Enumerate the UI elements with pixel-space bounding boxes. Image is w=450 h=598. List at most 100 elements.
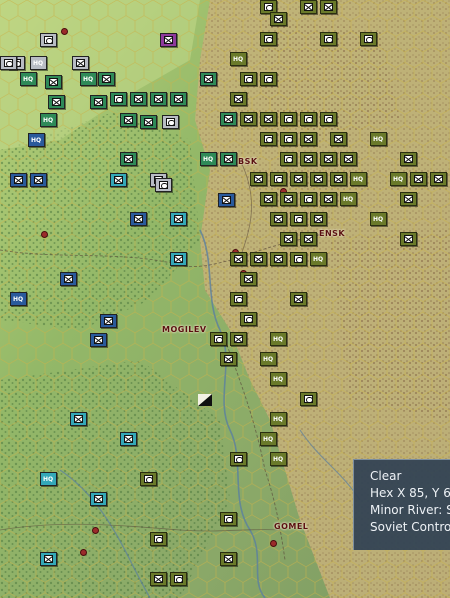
city-marker[interactable]: [92, 527, 99, 534]
german-unit-counter[interactable]: HQ: [270, 452, 287, 466]
german-unit-counter[interactable]: [280, 112, 297, 126]
soviet-unit-counter[interactable]: [90, 333, 107, 347]
german-unit-counter[interactable]: [330, 172, 347, 186]
soviet-unit-counter[interactable]: [170, 252, 187, 266]
city-marker[interactable]: [270, 540, 277, 547]
german-unit-counter[interactable]: [240, 312, 257, 326]
soviet-unit-counter[interactable]: [110, 92, 127, 106]
soviet-unit-counter[interactable]: [218, 193, 235, 207]
soviet-unit-counter[interactable]: HQ: [200, 152, 217, 166]
soviet-unit-counter[interactable]: [220, 112, 237, 126]
german-unit-counter[interactable]: [280, 192, 297, 206]
soviet-unit-counter[interactable]: [140, 115, 157, 129]
german-unit-counter[interactable]: [280, 232, 297, 246]
german-unit-counter[interactable]: [290, 172, 307, 186]
soviet-unit-counter[interactable]: HQ: [40, 113, 57, 127]
soviet-unit-counter[interactable]: HQ: [10, 292, 27, 306]
soviet-unit-counter[interactable]: [45, 75, 62, 89]
soviet-unit-counter[interactable]: [90, 95, 107, 109]
soviet-unit-counter[interactable]: [160, 33, 177, 47]
german-unit-counter[interactable]: [320, 32, 337, 46]
soviet-unit-counter[interactable]: [100, 314, 117, 328]
german-unit-counter[interactable]: HQ: [260, 352, 277, 366]
soviet-unit-counter[interactable]: [72, 56, 89, 70]
german-unit-counter[interactable]: [400, 232, 417, 246]
soviet-unit-counter[interactable]: HQ: [40, 472, 57, 486]
soviet-unit-counter[interactable]: HQ: [28, 133, 45, 147]
german-unit-counter[interactable]: [250, 252, 267, 266]
german-unit-counter[interactable]: [260, 72, 277, 86]
german-unit-counter[interactable]: [290, 252, 307, 266]
game-map[interactable]: BSK ENSK MOGILEV GOMEL HQ HQ HQ HQ HQ HQ HQ HQ H…: [0, 0, 450, 598]
german-unit-counter[interactable]: [230, 252, 247, 266]
german-unit-counter[interactable]: [260, 132, 277, 146]
german-unit-counter[interactable]: [260, 192, 277, 206]
german-unit-counter[interactable]: [400, 192, 417, 206]
german-unit-counter[interactable]: [140, 472, 157, 486]
german-unit-counter[interactable]: [230, 292, 247, 306]
soviet-unit-counter[interactable]: [120, 432, 137, 446]
german-unit-counter[interactable]: [300, 232, 317, 246]
german-unit-counter[interactable]: [250, 172, 267, 186]
german-unit-counter[interactable]: [270, 12, 287, 26]
german-unit-counter[interactable]: [240, 272, 257, 286]
german-unit-counter[interactable]: HQ: [270, 332, 287, 346]
german-unit-counter[interactable]: [320, 112, 337, 126]
german-unit-counter[interactable]: HQ: [390, 172, 407, 186]
german-unit-counter[interactable]: [280, 132, 297, 146]
german-unit-counter[interactable]: [330, 132, 347, 146]
soviet-unit-counter[interactable]: [10, 173, 27, 187]
city-marker[interactable]: [80, 549, 87, 556]
german-unit-counter[interactable]: HQ: [230, 52, 247, 66]
german-unit-counter[interactable]: HQ: [270, 412, 287, 426]
soviet-unit-counter[interactable]: [162, 115, 179, 129]
soviet-unit-counter[interactable]: [40, 552, 57, 566]
city-marker[interactable]: [41, 231, 48, 238]
soviet-unit-counter[interactable]: [70, 412, 87, 426]
soviet-unit-counter[interactable]: [170, 212, 187, 226]
soviet-unit-counter[interactable]: [90, 492, 107, 506]
soviet-unit-counter[interactable]: [170, 92, 187, 106]
german-unit-counter[interactable]: [220, 352, 237, 366]
german-unit-counter[interactable]: [260, 32, 277, 46]
german-unit-counter[interactable]: [150, 572, 167, 586]
german-unit-counter[interactable]: [340, 152, 357, 166]
german-unit-counter[interactable]: [360, 32, 377, 46]
german-unit-counter[interactable]: HQ: [370, 212, 387, 226]
german-unit-counter[interactable]: [300, 192, 317, 206]
soviet-unit-counter[interactable]: [120, 152, 137, 166]
german-unit-counter[interactable]: [320, 192, 337, 206]
soviet-unit-counter[interactable]: [98, 72, 115, 86]
german-unit-counter[interactable]: [170, 572, 187, 586]
soviet-unit-counter[interactable]: [48, 95, 65, 109]
soviet-unit-counter[interactable]: [110, 173, 127, 187]
german-unit-counter[interactable]: [220, 512, 237, 526]
german-unit-counter[interactable]: [320, 152, 337, 166]
german-unit-counter[interactable]: [300, 392, 317, 406]
german-unit-counter[interactable]: [270, 172, 287, 186]
german-unit-counter[interactable]: [210, 332, 227, 346]
german-unit-counter[interactable]: [290, 292, 307, 306]
german-unit-counter[interactable]: [270, 212, 287, 226]
german-unit-counter[interactable]: HQ: [310, 252, 327, 266]
soviet-unit-counter[interactable]: [120, 113, 137, 127]
soviet-unit-counter[interactable]: [200, 72, 217, 86]
city-marker[interactable]: [61, 28, 68, 35]
soviet-unit-counter[interactable]: HQ: [20, 72, 37, 86]
german-unit-counter[interactable]: [230, 92, 247, 106]
german-unit-counter[interactable]: [230, 332, 247, 346]
german-unit-counter[interactable]: [260, 112, 277, 126]
german-unit-counter[interactable]: HQ: [350, 172, 367, 186]
german-unit-counter[interactable]: HQ: [260, 432, 277, 446]
german-unit-counter[interactable]: [230, 452, 247, 466]
soviet-unit-counter[interactable]: [40, 33, 57, 47]
soviet-unit-counter[interactable]: [30, 173, 47, 187]
german-unit-counter[interactable]: [300, 0, 317, 14]
soviet-unit-counter[interactable]: [150, 92, 167, 106]
german-unit-counter[interactable]: [410, 172, 427, 186]
german-unit-counter[interactable]: HQ: [340, 192, 357, 206]
soviet-unit-counter[interactable]: [130, 92, 147, 106]
german-unit-counter[interactable]: [300, 132, 317, 146]
german-unit-counter[interactable]: [290, 212, 307, 226]
german-unit-counter[interactable]: [320, 0, 337, 14]
